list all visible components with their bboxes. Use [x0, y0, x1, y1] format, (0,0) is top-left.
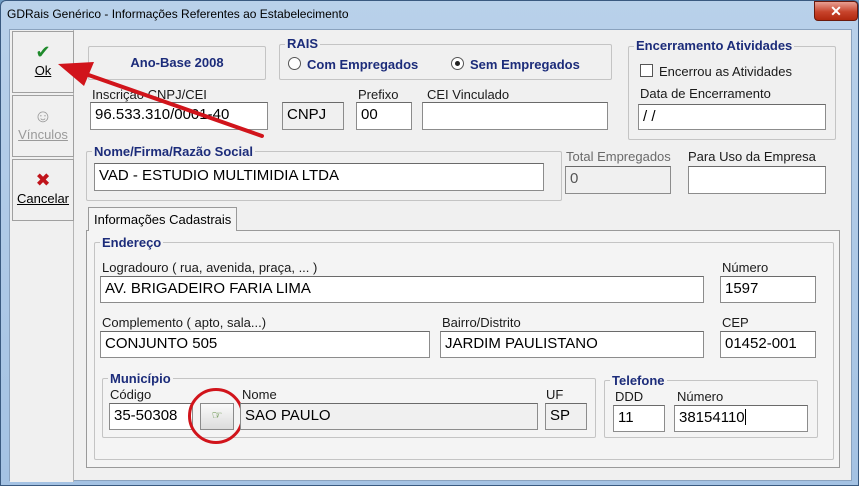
radio-com-icon: [288, 57, 301, 70]
telefone-numero-input[interactable]: 38154110: [674, 405, 808, 432]
nome-municipio-field: SAO PAULO: [240, 403, 538, 430]
highlight-circle: [188, 388, 244, 444]
cei-vinculado-input[interactable]: [422, 102, 608, 130]
cep-input[interactable]: 01452-001: [720, 331, 816, 358]
window-title: GDRais Genérico - Informações Referentes…: [7, 7, 349, 21]
cnpj-input[interactable]: 96.533.310/0001-40: [90, 102, 268, 130]
action-panel: ✔ Ok ☺ Vínculos ✖ Cancelar: [10, 30, 74, 482]
client-area: ✔ Ok ☺ Vínculos ✖ Cancelar Ano-Base 2008…: [9, 29, 852, 482]
cep-label: CEP: [722, 315, 749, 330]
nome-municipio-label: Nome: [242, 387, 277, 402]
encerrou-check-icon: [640, 64, 653, 77]
radio-com-label: Com Empregados: [307, 57, 419, 72]
ok-label: Ok: [34, 63, 52, 78]
municipio-title: Município: [108, 371, 173, 386]
bairro-input[interactable]: JARDIM PAULISTANO: [440, 331, 704, 358]
vinculos-label: Vínculos: [18, 127, 68, 142]
main-form: Ano-Base 2008 RAIS Com Empregados Sem Em…: [76, 30, 851, 482]
check-icon: ✔: [35, 42, 51, 62]
data-encerramento-input[interactable]: / /: [638, 104, 826, 130]
radio-sem-empregados[interactable]: Sem Empregados: [451, 57, 580, 72]
encerrou-label: Encerrou as Atividades: [659, 64, 792, 79]
encerrou-checkbox[interactable]: Encerrou as Atividades: [640, 64, 792, 79]
cnpj-label: Inscrição CNPJ/CEI: [92, 87, 207, 102]
ano-base-box: Ano-Base 2008: [88, 46, 266, 80]
tipo-inscricao-field: CNPJ: [282, 102, 344, 130]
vinculos-button[interactable]: ☺ Vínculos: [12, 95, 74, 157]
uf-field: SP: [545, 403, 587, 430]
cross-icon: ✖: [35, 170, 51, 190]
numero-label: Número: [722, 260, 769, 275]
total-empregados-field: 0: [565, 166, 671, 194]
person-icon: ☺: [33, 106, 53, 126]
text-cursor: [744, 409, 746, 425]
prefixo-label: Prefixo: [358, 87, 399, 102]
window: GDRais Genérico - Informações Referentes…: [0, 0, 859, 486]
encerramento-title: Encerramento Atividades: [634, 38, 795, 53]
radio-sem-icon: [451, 57, 464, 70]
rais-title: RAIS: [285, 36, 321, 51]
complemento-input[interactable]: CONJUNTO 505: [100, 331, 430, 358]
uso-empresa-label: Para Uso da Empresa: [688, 149, 816, 164]
nome-input[interactable]: VAD - ESTUDIO MULTIMIDIA LTDA: [94, 163, 544, 191]
complemento-label: Complemento ( apto, sala...): [102, 315, 267, 330]
logradouro-label: Logradouro ( rua, avenida, praça, ... ): [102, 260, 318, 275]
ano-base-label: Ano-Base 2008: [130, 55, 224, 70]
uso-empresa-input[interactable]: [688, 166, 826, 194]
radio-sem-label: Sem Empregados: [470, 57, 580, 72]
telefone-numero-value: 38154110: [679, 409, 745, 426]
ok-button[interactable]: ✔ Ok: [12, 31, 74, 93]
cancelar-button[interactable]: ✖ Cancelar: [12, 159, 74, 221]
nome-title: Nome/Firma/Razão Social: [92, 144, 255, 159]
telefone-numero-label: Número: [677, 389, 724, 404]
tab-informacoes-cadastrais[interactable]: Informações Cadastrais: [88, 207, 238, 231]
codigo-label: Código: [110, 387, 152, 402]
radio-com-empregados[interactable]: Com Empregados: [288, 57, 418, 72]
cei-vinculado-label: CEI Vinculado: [427, 87, 510, 102]
uf-label: UF: [546, 387, 564, 402]
total-empregados-label: Total Empregados: [566, 149, 671, 164]
codigo-municipio-input[interactable]: 35-50308: [109, 403, 193, 430]
logradouro-input[interactable]: AV. BRIGADEIRO FARIA LIMA: [100, 276, 704, 303]
data-encerramento-label: Data de Encerramento: [640, 86, 771, 101]
numero-input[interactable]: 1597: [720, 276, 816, 303]
prefixo-input[interactable]: 00: [356, 102, 412, 130]
close-button[interactable]: ✕: [814, 1, 858, 21]
endereco-title: Endereço: [100, 235, 164, 250]
bairro-label: Bairro/Distrito: [442, 315, 521, 330]
cancelar-label: Cancelar: [16, 191, 70, 206]
telefone-title: Telefone: [610, 373, 667, 388]
ddd-input[interactable]: 11: [613, 405, 665, 432]
ddd-label: DDD: [615, 389, 644, 404]
